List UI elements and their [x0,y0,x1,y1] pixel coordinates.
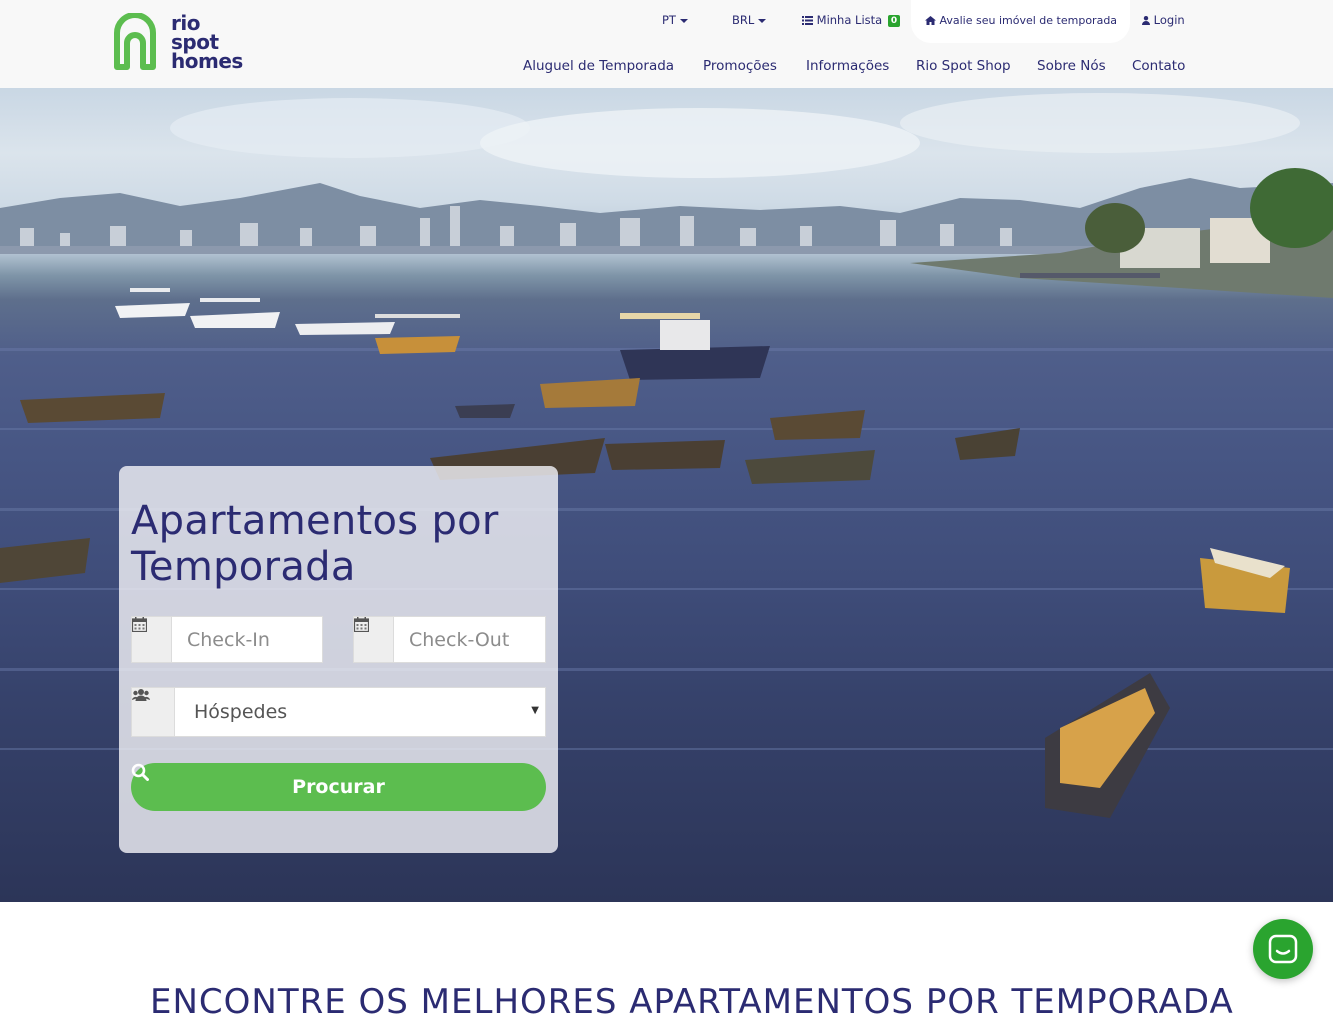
guests-select[interactable]: Hóspedes ▼ [131,687,546,737]
user-icon [1142,16,1150,25]
checkout-input[interactable] [409,617,539,662]
search-button[interactable]: Procurar [131,763,546,811]
wishlist-count-badge: 0 [887,14,901,27]
select-arrow-icon: ▼ [531,705,539,716]
search-title-line-1: Apartamentos por [131,498,499,544]
site-header: rio spot homes PT BRL Minha Lista 0 Aval… [0,0,1333,88]
caret-down-icon [758,18,767,23]
caret-down-icon [679,18,688,23]
calendar-icon [132,617,147,632]
chat-icon [1268,934,1298,964]
hero-banner: Apartamentos por Temporada Check-In Chec… [0,88,1333,902]
checkin-addon [132,617,172,662]
nav-item-sobre[interactable]: Sobre Nós [1037,58,1106,74]
users-icon [132,689,150,701]
nav-item-shop[interactable]: Rio Spot Shop [916,58,1011,74]
evaluate-property-label: Avalie seu imóvel de temporada [939,14,1118,27]
section-title: ENCONTRE OS MELHORES APARTAMENTOS POR TE… [150,982,1234,1022]
search-icon [131,763,149,781]
site-logo[interactable]: rio spot homes [113,13,248,73]
chat-launcher-button[interactable] [1253,919,1313,979]
nav-item-promocoes[interactable]: Promoções [703,58,777,74]
currency-dropdown[interactable]: BRL [732,13,767,27]
checkout-addon [354,617,394,662]
language-dropdown[interactable]: PT [662,13,688,27]
list-icon [802,16,813,25]
currency-label: BRL [732,13,755,27]
search-title: Apartamentos por Temporada [131,498,499,590]
house-logo-icon [114,13,156,70]
wishlist-link[interactable]: Minha Lista 0 [802,13,901,27]
calendar-icon [354,617,369,632]
search-title-line-2: Temporada [131,544,356,590]
logo-wordmark: rio spot homes [171,13,243,73]
guests-addon [132,688,175,736]
checkin-field[interactable] [131,616,323,663]
login-link[interactable]: Login [1142,13,1185,27]
nav-item-contato[interactable]: Contato [1132,58,1185,74]
home-icon [925,16,936,25]
language-label: PT [662,13,676,27]
guests-select-value: Hóspedes [194,701,288,723]
checkout-field[interactable] [353,616,546,663]
nav-item-aluguel[interactable]: Aluguel de Temporada [523,58,674,74]
evaluate-property-link[interactable]: Avalie seu imóvel de temporada [911,0,1130,43]
nav-item-informacoes[interactable]: Informações [806,58,889,74]
wishlist-label: Minha Lista [816,13,883,27]
login-label: Login [1153,13,1185,27]
search-panel: Apartamentos por Temporada Check-In Chec… [119,466,558,853]
checkin-input[interactable] [187,617,317,662]
evaluate-property-text: Avalie seu imóvel de temporada [925,14,1117,27]
search-button-label: Procurar [292,776,385,798]
logo-line-3: homes [171,49,243,73]
